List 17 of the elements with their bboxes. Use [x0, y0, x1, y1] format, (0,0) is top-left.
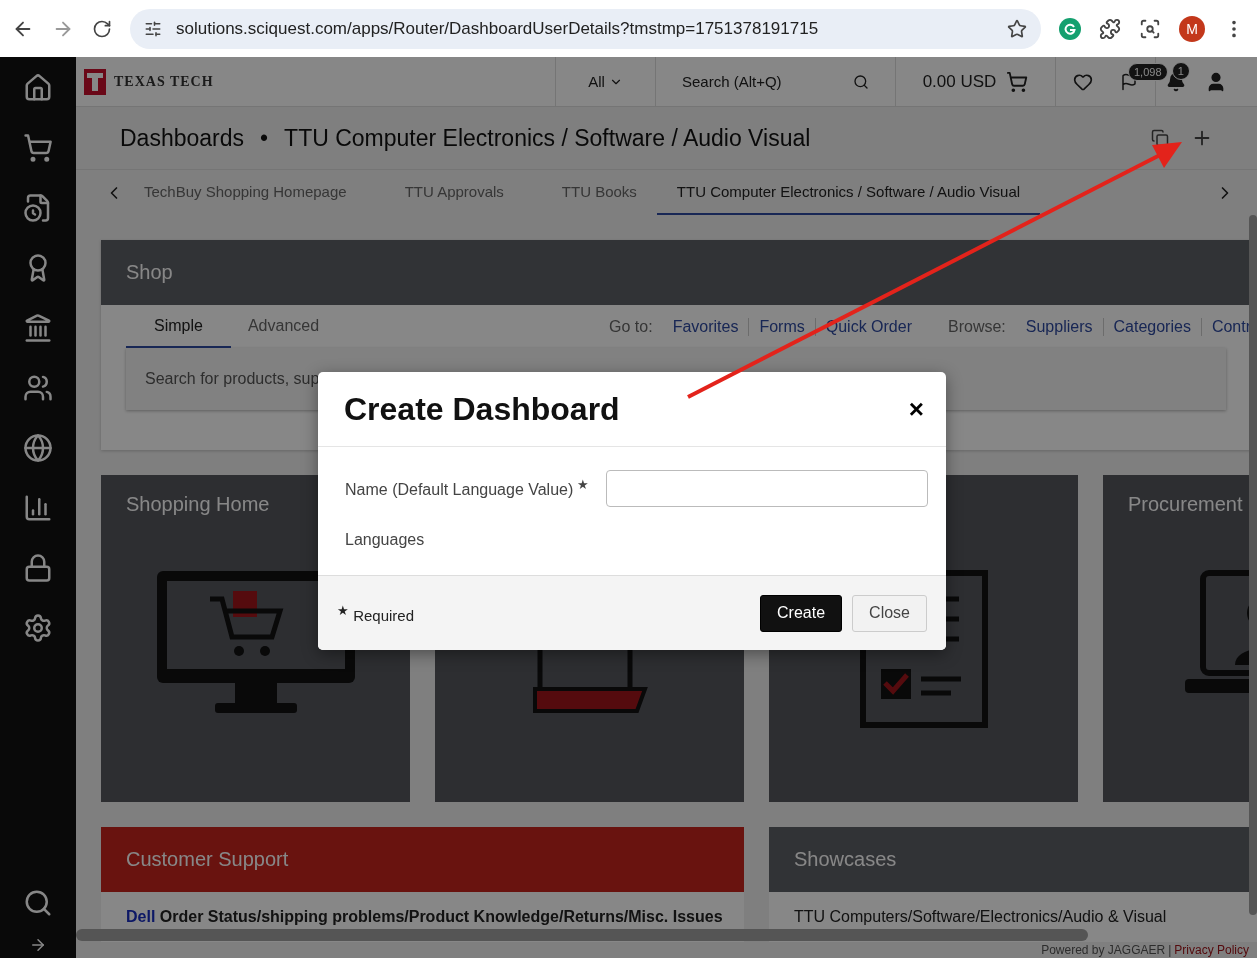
page-title: TTU Computer Electronics / Software / Audio Visual: [284, 124, 811, 152]
panel-title: Showcases: [794, 848, 897, 871]
panel-title: Customer Support: [126, 848, 289, 871]
dialog-title: Create Dashboard: [344, 390, 620, 428]
url-text: solutions.sciquest.com/apps/Router/DashboardUserDetails?tmstmp=1751378191715: [176, 18, 820, 39]
breadcrumb-separator: •: [260, 124, 269, 152]
panel-title: Shop: [126, 261, 173, 284]
footer-separator: |: [1168, 943, 1172, 957]
goto-label: Go to:: [609, 317, 653, 336]
tile-title: Shopping Home: [126, 493, 271, 517]
logo-text: TEXAS TECH: [114, 73, 214, 90]
powered-by-text: Powered by JAGGAER: [1041, 943, 1166, 957]
count-badge: 1: [1171, 61, 1190, 80]
count-badge: 1,098: [1128, 62, 1168, 81]
browse-label: Browse:: [948, 317, 1006, 336]
tile-title: Procurement: [1128, 493, 1244, 517]
cart-total: 0.00 USD: [922, 71, 997, 92]
